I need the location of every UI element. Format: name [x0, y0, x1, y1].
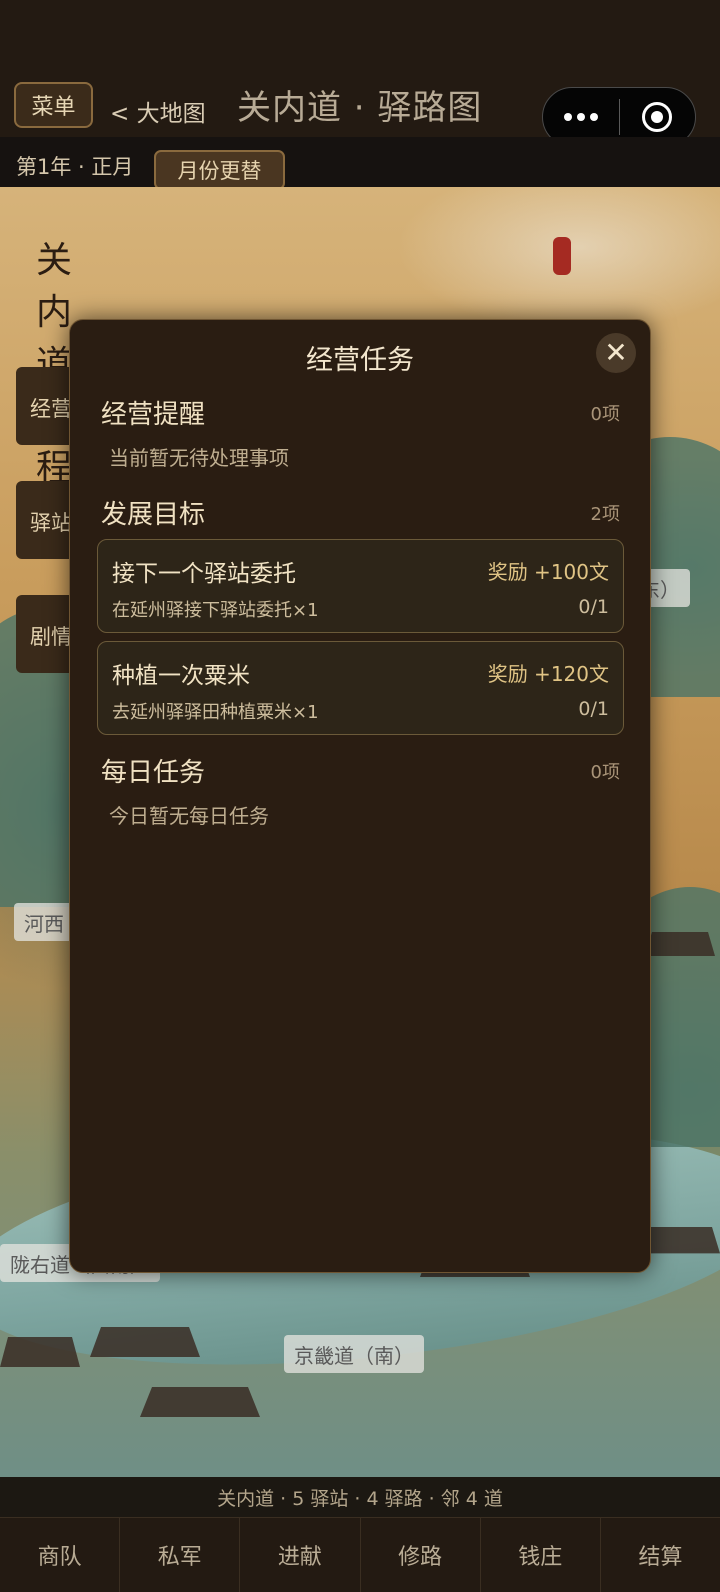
reminders-empty-text: 当前暂无待处理事项	[109, 446, 289, 470]
daily-tasks-empty-text: 今日暂无每日任务	[109, 804, 269, 828]
advance-month-button[interactable]: 月份更替	[154, 150, 285, 190]
building	[140, 1387, 260, 1417]
nav-settlement[interactable]: 结算	[601, 1518, 720, 1592]
goals-count: 2项	[590, 504, 620, 525]
goal-reward: 奖励 +120文	[487, 662, 609, 686]
daily-tasks-count: 0项	[590, 762, 620, 783]
modal-title: 经营任务	[306, 345, 414, 376]
goal-card[interactable]: 种植一次粟米 奖励 +120文 去延州驿驿田种植粟米×1 0/1	[97, 641, 624, 735]
nav-build-road[interactable]: 修路	[361, 1518, 481, 1592]
side-tab-stations[interactable]: 驿站	[16, 481, 76, 559]
red-seal-stamp	[553, 237, 571, 275]
close-icon[interactable]: ✕	[596, 333, 636, 373]
reminders-count: 0项	[590, 404, 620, 425]
goal-reward: 奖励 +100文	[487, 560, 609, 584]
region-summary: 关内道 · 5 驿站 · 4 驿路 · 邻 4 道	[0, 1477, 720, 1517]
daily-tasks-title: 每日任务	[101, 758, 206, 788]
nav-bank[interactable]: 钱庄	[481, 1518, 601, 1592]
goals-title: 发展目标	[101, 500, 206, 530]
back-to-world-map-link[interactable]: < 大地图	[110, 94, 206, 128]
top-bar: 菜单 < 大地图 关内道 · 驿路图	[0, 0, 720, 147]
building	[0, 1337, 80, 1367]
goal-progress: 0/1	[578, 698, 609, 720]
nav-private-army[interactable]: 私军	[120, 1518, 241, 1592]
current-date: 第1年 · 正月	[16, 155, 134, 179]
goal-description: 在延州驿接下驿站委托×1	[112, 600, 319, 621]
goal-name: 接下一个驿站委托	[112, 561, 296, 587]
nav-caravan[interactable]: 商队	[0, 1518, 121, 1592]
side-tab-story[interactable]: 剧情	[16, 595, 76, 673]
page-title: 关内道 · 驿路图	[237, 88, 483, 128]
goal-description: 去延州驿驿田种植粟米×1	[112, 702, 319, 723]
date-bar: 第1年 · 正月	[0, 137, 720, 187]
goal-name: 种植一次粟米	[112, 663, 250, 689]
goal-card[interactable]: 接下一个驿站委托 奖励 +100文 在延州驿接下驿站委托×1 0/1	[97, 539, 624, 633]
side-tab-operations[interactable]: 经营	[16, 367, 76, 445]
building	[90, 1327, 200, 1357]
reminders-title: 经营提醒	[101, 400, 206, 430]
nav-tribute[interactable]: 进献	[240, 1518, 361, 1592]
goal-progress: 0/1	[578, 596, 609, 618]
menu-button[interactable]: 菜单	[14, 82, 93, 128]
region-label-hexi[interactable]: 河西	[14, 903, 74, 941]
tasks-modal: 经营任务 ✕ 经营提醒 0项 当前暂无待处理事项 发展目标 2项 接下一个驿站委…	[69, 319, 651, 1273]
bottom-nav: 商队 私军 进献 修路 钱庄 结算	[0, 1517, 720, 1592]
region-label-jingji[interactable]: 京畿道（南）	[284, 1335, 424, 1373]
